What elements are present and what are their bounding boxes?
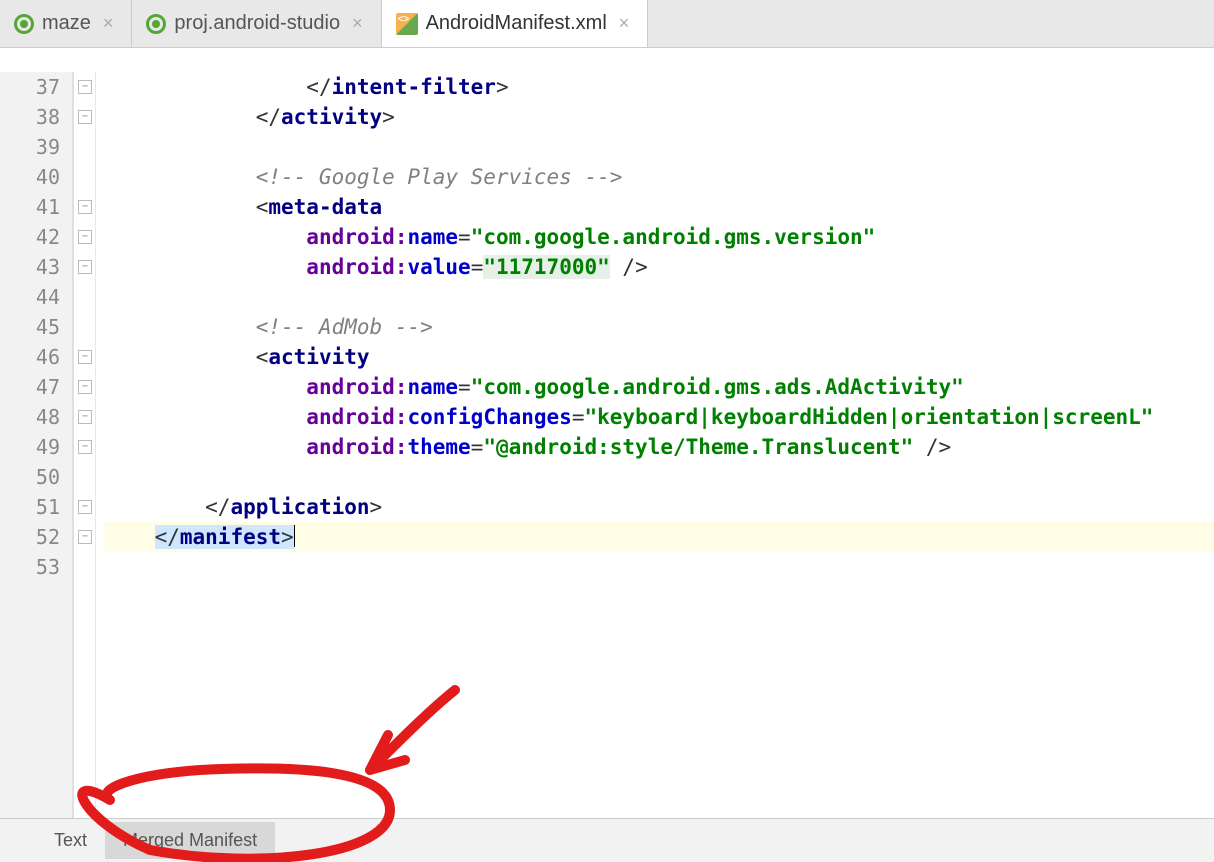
xml-file-icon xyxy=(396,13,418,35)
code-line[interactable] xyxy=(104,132,1214,162)
line-number: 52 xyxy=(0,522,60,552)
code-line[interactable] xyxy=(104,282,1214,312)
line-number: 40 xyxy=(0,162,60,192)
fold-handle[interactable]: − xyxy=(78,380,92,394)
code-editor[interactable]: </intent-filter> </activity> <!-- Google… xyxy=(96,72,1214,842)
tab-label: proj.android-studio xyxy=(174,12,340,35)
close-icon[interactable]: × xyxy=(348,13,367,34)
fold-gutter: − − − − − − − − − − − xyxy=(72,72,96,842)
bottom-tab-text[interactable]: Text xyxy=(36,822,105,859)
code-line[interactable]: <!-- Google Play Services --> xyxy=(104,162,1214,192)
code-line[interactable]: </manifest> xyxy=(104,522,1214,552)
code-line[interactable]: android:name="com.google.android.gms.ver… xyxy=(104,222,1214,252)
close-icon[interactable]: × xyxy=(99,13,118,34)
line-number: 42 xyxy=(0,222,60,252)
fold-handle[interactable]: − xyxy=(78,230,92,244)
code-line[interactable]: android:value="11717000" /> xyxy=(104,252,1214,282)
close-icon[interactable]: × xyxy=(615,13,634,34)
tab-label: maze xyxy=(42,12,91,35)
fold-handle[interactable]: − xyxy=(78,350,92,364)
bottom-tab-merged-manifest[interactable]: Merged Manifest xyxy=(105,822,275,859)
line-number: 48 xyxy=(0,402,60,432)
line-number: 44 xyxy=(0,282,60,312)
line-number: 38 xyxy=(0,102,60,132)
tab-proj-android-studio[interactable]: proj.android-studio × xyxy=(132,0,381,47)
line-number: 53 xyxy=(0,552,60,582)
tab-android-manifest[interactable]: AndroidManifest.xml × xyxy=(382,0,649,47)
tab-label: AndroidManifest.xml xyxy=(426,12,607,35)
editor-tab-bar: maze × proj.android-studio × AndroidMani… xyxy=(0,0,1214,48)
line-number: 49 xyxy=(0,432,60,462)
code-line[interactable]: android:name="com.google.android.gms.ads… xyxy=(104,372,1214,402)
code-line[interactable]: </intent-filter> xyxy=(104,72,1214,102)
line-number: 41 xyxy=(0,192,60,222)
line-number-gutter: 3738394041424344454647484950515253 xyxy=(0,72,72,842)
fold-handle[interactable]: − xyxy=(78,440,92,454)
code-line[interactable]: </activity> xyxy=(104,102,1214,132)
line-number: 39 xyxy=(0,132,60,162)
bottom-tab-bar: Text Merged Manifest xyxy=(0,818,1214,862)
code-line[interactable]: android:configChanges="keyboard|keyboard… xyxy=(104,402,1214,432)
code-line[interactable] xyxy=(104,462,1214,492)
fold-handle[interactable]: − xyxy=(78,110,92,124)
fold-handle[interactable]: − xyxy=(78,530,92,544)
code-line[interactable]: </application> xyxy=(104,492,1214,522)
fold-handle[interactable]: − xyxy=(78,260,92,274)
line-number: 51 xyxy=(0,492,60,522)
line-number: 43 xyxy=(0,252,60,282)
cocos-icon xyxy=(14,14,34,34)
fold-handle[interactable]: − xyxy=(78,200,92,214)
tab-maze[interactable]: maze × xyxy=(0,0,132,47)
fold-handle[interactable]: − xyxy=(78,80,92,94)
cocos-icon xyxy=(146,14,166,34)
code-line[interactable]: <meta-data xyxy=(104,192,1214,222)
code-line[interactable]: android:theme="@android:style/Theme.Tran… xyxy=(104,432,1214,462)
code-line[interactable]: <!-- AdMob --> xyxy=(104,312,1214,342)
line-number: 47 xyxy=(0,372,60,402)
fold-handle[interactable]: − xyxy=(78,410,92,424)
line-number: 46 xyxy=(0,342,60,372)
line-number: 45 xyxy=(0,312,60,342)
code-line[interactable]: <activity xyxy=(104,342,1214,372)
line-number: 50 xyxy=(0,462,60,492)
line-number: 37 xyxy=(0,72,60,102)
editor-area: 3738394041424344454647484950515253 −−−−−… xyxy=(0,72,1214,842)
fold-handle[interactable]: − xyxy=(78,500,92,514)
code-line[interactable] xyxy=(104,552,1214,582)
